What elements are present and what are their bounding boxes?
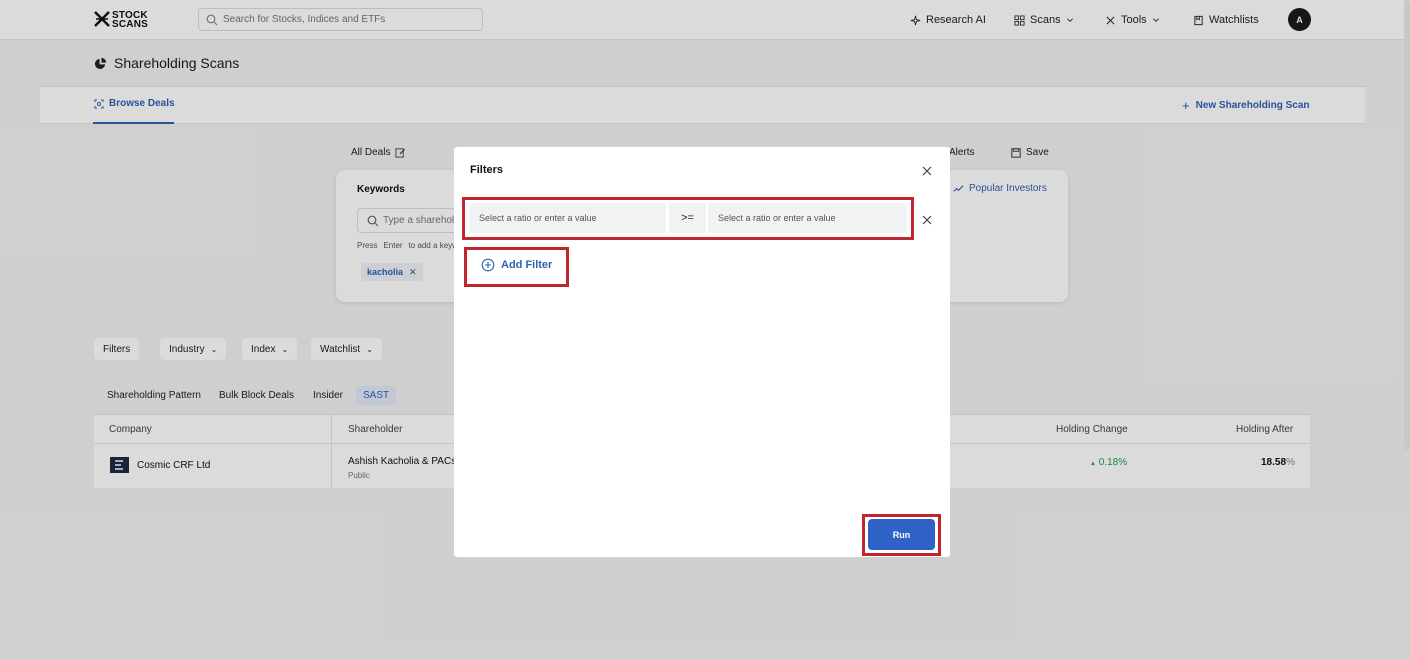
plus-circle-icon [481, 258, 495, 272]
filter-operator-label: >= [681, 212, 694, 224]
add-filter-label: Add Filter [501, 259, 553, 271]
remove-filter-icon[interactable] [921, 214, 933, 226]
run-button[interactable]: Run [868, 519, 935, 550]
filter-right-placeholder: Select a ratio or enter a value [718, 213, 836, 223]
filter-left-placeholder: Select a ratio or enter a value [479, 213, 597, 223]
filter-operator-select[interactable]: >= [669, 203, 706, 233]
page-scrollbar[interactable] [1404, 0, 1410, 450]
add-filter-button[interactable]: Add Filter [481, 258, 552, 272]
filter-right-select[interactable]: Select a ratio or enter a value [708, 203, 907, 233]
close-icon[interactable] [921, 165, 933, 177]
modal-title: Filters [470, 164, 504, 176]
filter-left-select[interactable]: Select a ratio or enter a value [469, 203, 666, 233]
